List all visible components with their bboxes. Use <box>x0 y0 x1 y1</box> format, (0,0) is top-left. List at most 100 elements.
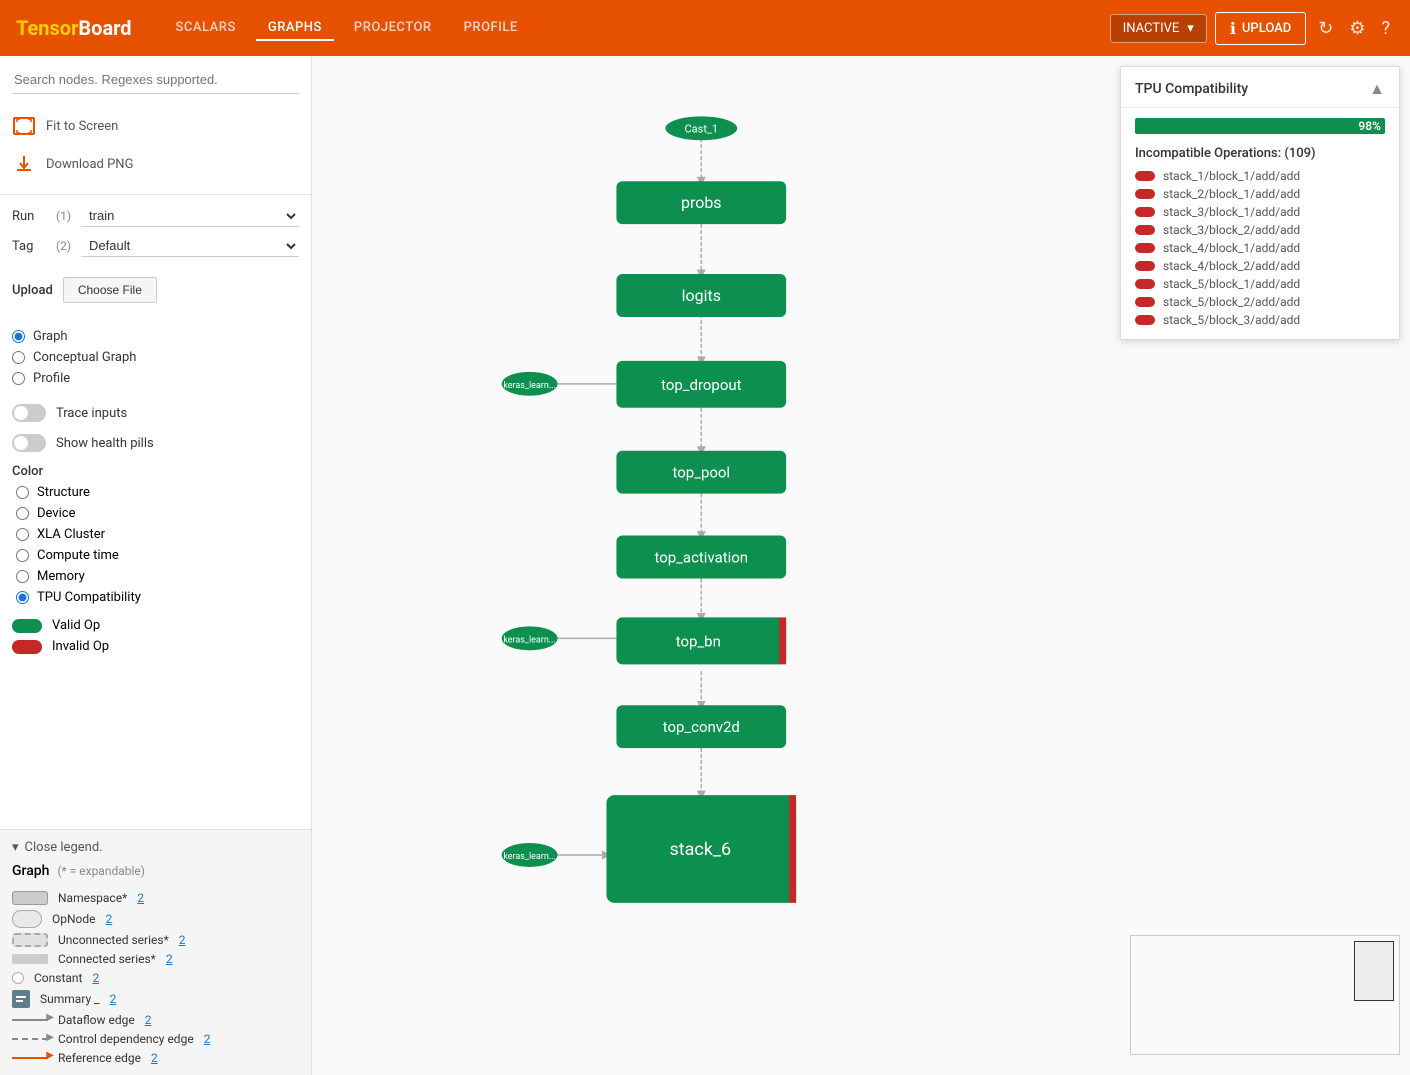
control-link[interactable]: 2 <box>204 1032 211 1046</box>
refresh-button[interactable]: ↻ <box>1314 14 1337 43</box>
tpu-item-label: stack_4/block_1/add/add <box>1163 241 1300 255</box>
reference-label: Reference edge <box>58 1051 141 1065</box>
tpu-close-button[interactable]: ▲ <box>1369 79 1385 99</box>
constant-label: Constant <box>34 971 82 985</box>
download-png-button[interactable]: Download PNG <box>12 146 299 182</box>
help-button[interactable]: ? <box>1377 14 1394 43</box>
graph-area[interactable]: Cast_1 probs logits keras_learn... top_d… <box>312 56 1410 1075</box>
minimap[interactable] <box>1130 935 1400 1055</box>
upload-section-label: Upload <box>12 283 53 298</box>
radio-conceptual-input[interactable] <box>12 351 25 364</box>
legend-summary: Summary _ 2 <box>12 990 299 1008</box>
nav-right: INACTIVE ▾ ℹ UPLOAD ↻ ⚙ ? <box>1110 12 1394 45</box>
color-structure-input[interactable] <box>16 486 29 499</box>
dataflow-label: Dataflow edge <box>58 1013 135 1027</box>
main-layout: Fit to Screen Download PNG Run (1) train <box>0 56 1410 1075</box>
tpu-list-item: stack_5/block_1/add/add <box>1135 277 1385 291</box>
constant-link[interactable]: 2 <box>92 971 99 985</box>
radio-profile-input[interactable] <box>12 372 25 385</box>
color-device-input[interactable] <box>16 507 29 520</box>
show-health-pills-row: Show health pills <box>0 428 311 458</box>
node-keras1-label: keras_learn... <box>503 381 556 391</box>
tpu-list-item: stack_4/block_1/add/add <box>1135 241 1385 255</box>
legend-reference: Reference edge 2 <box>12 1051 299 1065</box>
tpu-list-item: stack_5/block_3/add/add <box>1135 313 1385 327</box>
namespace-link[interactable]: 2 <box>137 891 144 905</box>
color-compute-input[interactable] <box>16 549 29 562</box>
tpu-header: TPU Compatibility ▲ <box>1121 67 1399 108</box>
tag-select[interactable]: Default <box>81 235 299 257</box>
settings-button[interactable]: ⚙ <box>1345 14 1369 43</box>
tpu-list-item: stack_5/block_2/add/add <box>1135 295 1385 309</box>
legend-bottom: ▾ Close legend. Graph (* = expandable) N… <box>0 829 311 1075</box>
run-select[interactable]: train <box>81 205 299 227</box>
node-stack6-invalid <box>789 795 796 903</box>
brand-logo: TensorBoard <box>16 16 132 40</box>
color-device-label: Device <box>37 506 76 521</box>
node-keras3-label: keras_learn... <box>503 852 556 862</box>
invalid-op-label: Invalid Op <box>52 639 109 654</box>
close-legend-button[interactable]: ▾ Close legend. <box>12 840 299 855</box>
node-cast1-label: Cast_1 <box>685 122 718 135</box>
color-tpu-label: TPU Compatibility <box>37 590 141 605</box>
tpu-item-label: stack_5/block_2/add/add <box>1163 295 1300 309</box>
color-structure[interactable]: Structure <box>16 483 299 502</box>
reference-link[interactable]: 2 <box>151 1051 158 1065</box>
color-device[interactable]: Device <box>16 504 299 523</box>
radio-graph[interactable]: Graph <box>12 327 299 346</box>
fit-to-screen-label: Fit to Screen <box>46 119 118 134</box>
nav-projector[interactable]: PROJECTOR <box>342 16 444 41</box>
namespace-label: Namespace* <box>58 891 127 905</box>
nav-profile[interactable]: PROFILE <box>452 16 530 41</box>
color-memory-input[interactable] <box>16 570 29 583</box>
color-compute[interactable]: Compute time <box>16 546 299 565</box>
connected-link[interactable]: 2 <box>166 952 173 966</box>
radio-conceptual[interactable]: Conceptual Graph <box>12 348 299 367</box>
fit-to-screen-button[interactable]: Fit to Screen <box>12 108 299 144</box>
tpu-panel: TPU Compatibility ▲ 98% Incompatible Ope… <box>1120 66 1400 340</box>
legend-opnode: OpNode 2 <box>12 910 299 928</box>
color-memory[interactable]: Memory <box>16 567 299 586</box>
color-xla-input[interactable] <box>16 528 29 541</box>
tpu-list-item: stack_4/block_2/add/add <box>1135 259 1385 273</box>
control-label: Control dependency edge <box>58 1032 194 1046</box>
dataflow-icon <box>12 1019 48 1021</box>
invalid-op-icon <box>12 640 42 654</box>
tpu-red-pill <box>1135 243 1155 253</box>
nav-graphs[interactable]: GRAPHS <box>256 16 334 41</box>
connected-label: Connected series* <box>58 952 156 966</box>
upload-section: Upload Choose File <box>0 271 311 317</box>
trace-inputs-row: Trace inputs <box>0 398 311 428</box>
radio-graph-input[interactable] <box>12 330 25 343</box>
color-structure-label: Structure <box>37 485 90 500</box>
summary-icon <box>12 990 30 1008</box>
unconnected-link[interactable]: 2 <box>179 933 186 947</box>
opnode-link[interactable]: 2 <box>106 912 113 926</box>
tpu-incompat-list: stack_1/block_1/add/addstack_2/block_1/a… <box>1121 169 1399 339</box>
color-xla[interactable]: XLA Cluster <box>16 525 299 544</box>
dataflow-link[interactable]: 2 <box>145 1013 152 1027</box>
show-health-pills-toggle[interactable] <box>12 434 46 452</box>
trace-inputs-toggle[interactable] <box>12 404 46 422</box>
download-icon <box>12 152 36 176</box>
fit-to-screen-icon <box>12 114 36 138</box>
summary-link[interactable]: 2 <box>110 992 117 1006</box>
valid-invalid-legend: Valid Op Invalid Op <box>0 611 311 665</box>
inactive-dropdown[interactable]: INACTIVE ▾ <box>1110 14 1207 43</box>
download-png-label: Download PNG <box>46 157 133 172</box>
tpu-list-item: stack_2/block_1/add/add <box>1135 187 1385 201</box>
reference-icon <box>12 1057 48 1059</box>
choose-file-button[interactable]: Choose File <box>63 277 157 303</box>
valid-op-item: Valid Op <box>12 615 299 636</box>
tpu-red-pill <box>1135 297 1155 307</box>
node-top-pool-label: top_pool <box>673 464 731 482</box>
valid-op-icon <box>12 619 42 633</box>
color-tpu[interactable]: TPU Compatibility <box>16 588 299 607</box>
legend-connected: Connected series* 2 <box>12 952 299 966</box>
radio-profile[interactable]: Profile <box>12 369 299 388</box>
color-tpu-input[interactable] <box>16 591 29 604</box>
nav-scalars[interactable]: SCALARS <box>164 16 248 41</box>
search-input[interactable] <box>12 66 299 94</box>
tpu-red-pill <box>1135 279 1155 289</box>
upload-button[interactable]: ℹ UPLOAD <box>1215 12 1306 45</box>
